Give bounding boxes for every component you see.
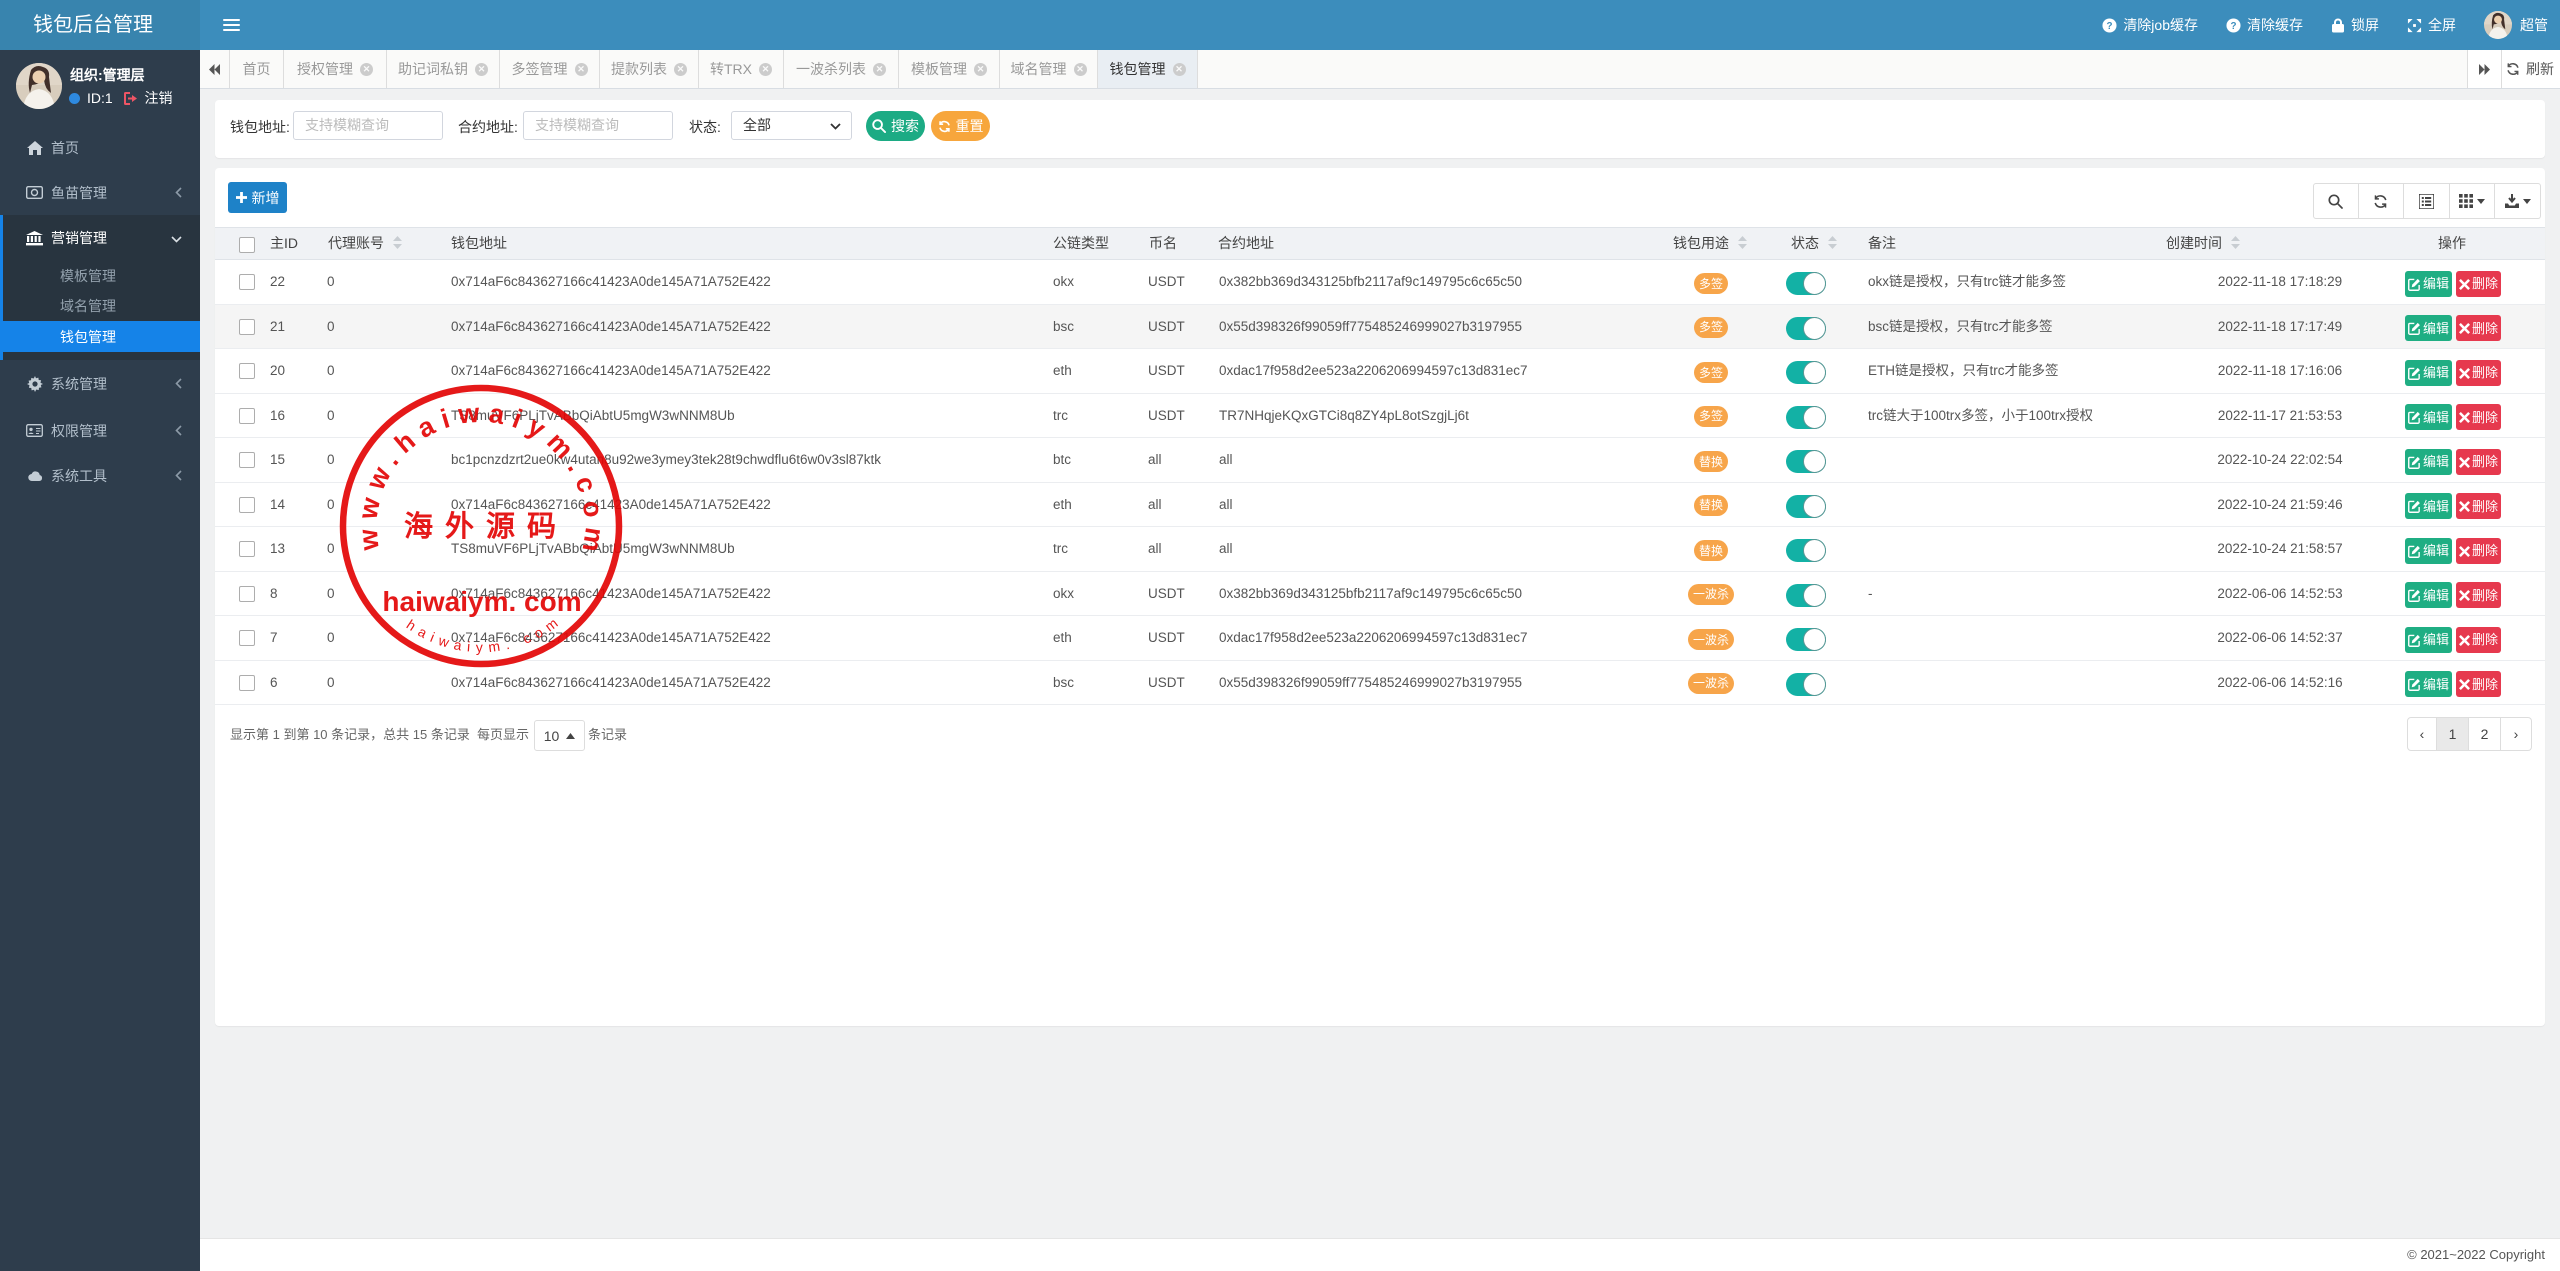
svg-text:?: ? [2230, 20, 2236, 31]
svg-text:haiwaiym. com: haiwaiym. com [382, 586, 581, 617]
svg-text:?: ? [2107, 20, 2113, 31]
svg-text:海外源码: 海外源码 [404, 510, 568, 543]
